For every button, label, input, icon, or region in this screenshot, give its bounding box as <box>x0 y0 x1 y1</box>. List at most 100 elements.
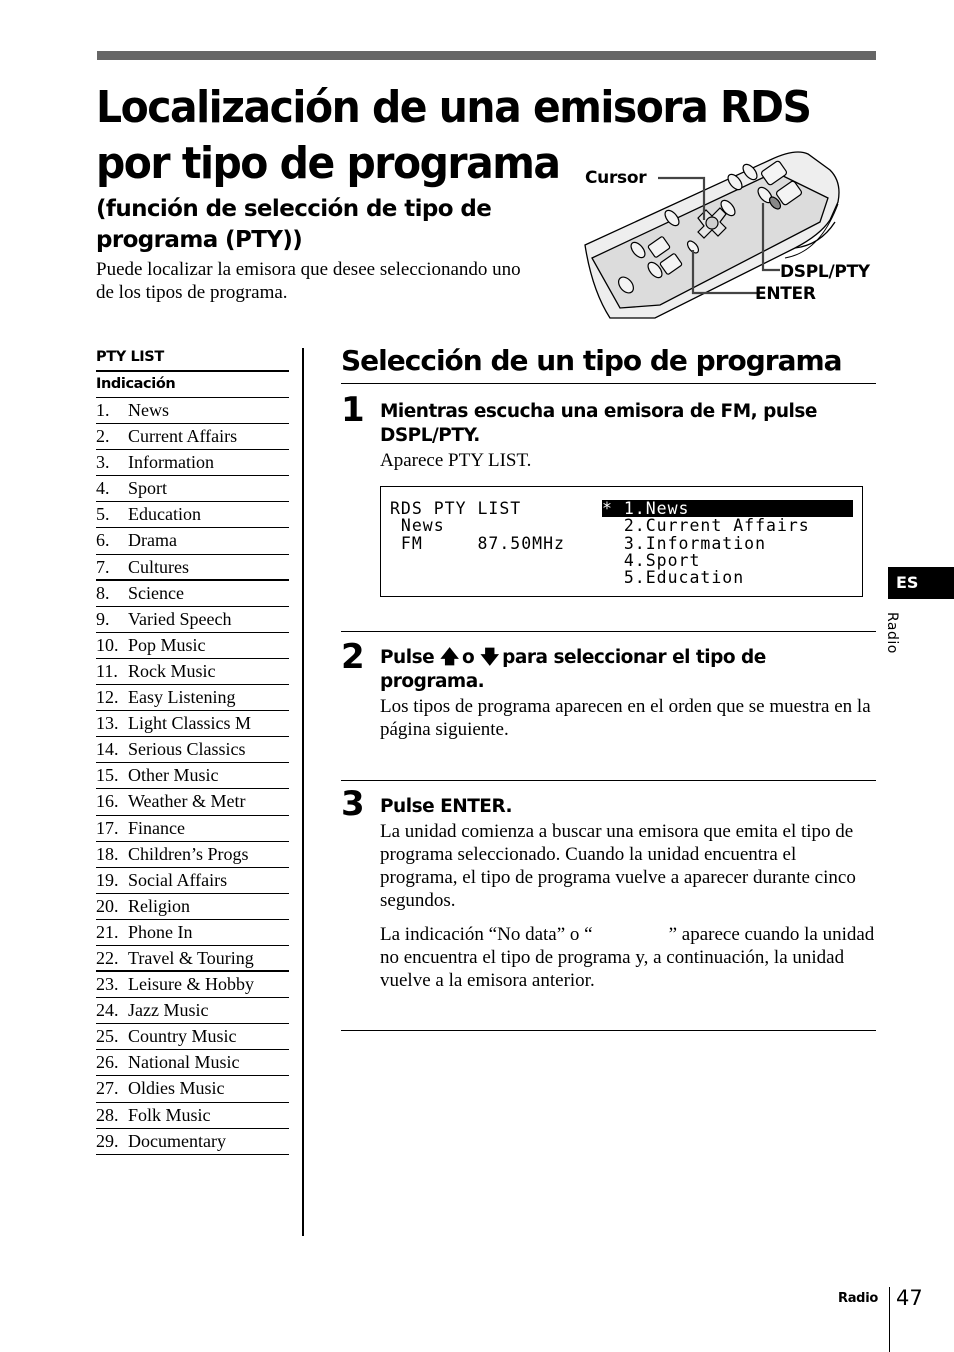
pty-item-label: Phone In <box>128 921 193 942</box>
pty-list-item: 29. Documentary <box>96 1129 289 1155</box>
pty-item-label: Children’s Progs <box>128 843 249 864</box>
pty-item-label: Country Music <box>128 1026 237 1047</box>
step-1: 1 Mientras escucha una emisora de FM, pu… <box>341 393 876 473</box>
pty-item-number: 13. <box>96 713 119 734</box>
page-number: 47 <box>896 1286 923 1310</box>
pty-item-label: Varied Speech <box>128 608 232 629</box>
top-rule <box>97 51 876 60</box>
pty-item-number: 25. <box>96 1026 119 1047</box>
step-heading-post: para seleccionar el tipo de programa. <box>380 647 766 692</box>
step-divider <box>341 780 876 781</box>
step-heading-or: o <box>462 647 475 668</box>
step-number: 2 <box>341 637 365 677</box>
pty-list-item: 26. National Music <box>96 1050 289 1077</box>
step-heading: Pulse ENTER. <box>380 796 513 817</box>
pty-item-label: Leisure & Hobby <box>128 974 254 995</box>
pty-item-label: Light Classics M <box>128 713 252 734</box>
pty-item-number: 1. <box>96 400 110 420</box>
pty-item-label: Documentary <box>128 1130 226 1151</box>
lcd-line: FM 87.50MHz <box>390 533 565 553</box>
pty-item-number: 8. <box>96 582 110 603</box>
pty-item-number: 4. <box>96 478 110 499</box>
language-tab: ES <box>888 567 954 599</box>
step-heading: Mientras escucha una emisora de FM, puls… <box>380 401 817 446</box>
pty-list-item: 27. Oldies Music <box>96 1076 289 1103</box>
pty-item-number: 29. <box>96 1130 119 1151</box>
pty-item-number: 10. <box>96 634 119 655</box>
lcd-list-item: 2.Current Affairs <box>602 516 810 536</box>
pty-item-label: Religion <box>128 895 190 916</box>
pty-list-item: 25. Country Music <box>96 1024 289 1051</box>
lcd-list-item: 5.Education <box>602 568 745 588</box>
step-note: La indicación “No data” o “ ” aparece cu… <box>380 924 880 991</box>
pty-item-number: 17. <box>96 817 119 838</box>
step-heading: Pulse 🡅 o 🡇 para seleccionar el tipo de … <box>380 646 875 694</box>
pty-list-item: 13. Light Classics M <box>96 711 289 738</box>
pty-list-item: 17. Finance <box>96 816 289 842</box>
pty-list-rows: 1. News 2. Current Affairs 3. Information 4. Sp… <box>96 398 289 1155</box>
pty-list-item: 7. Cultures <box>96 555 289 581</box>
callout-cursor: Cursor <box>585 168 647 188</box>
pty-item-number: 24. <box>96 1000 119 1021</box>
pty-item-label: Education <box>128 504 201 525</box>
pty-list-item: 12. Easy Listening <box>96 685 289 712</box>
pty-item-label: Current Affairs <box>128 426 238 447</box>
pty-list-item: 6. Drama <box>96 528 289 555</box>
pty-list-item: 16. Weather & Metr <box>96 789 289 816</box>
pty-item-label: Folk Music <box>128 1104 211 1125</box>
pty-item-label: Drama <box>128 530 177 551</box>
step-divider <box>341 631 876 632</box>
pty-list-item: 14. Serious Classics <box>96 737 289 764</box>
pty-item-number: 19. <box>96 869 119 890</box>
pty-list-item: 15. Other Music <box>96 763 289 790</box>
step-body: Aparece PTY LIST. <box>380 450 532 471</box>
page-subtitle: (función de selección de tipo de program… <box>96 196 492 253</box>
pty-item-label: National Music <box>128 1052 240 1073</box>
lcd-line: RDS PTY LIST <box>390 499 522 518</box>
pty-item-number: 22. <box>96 947 119 968</box>
pty-item-number: 11. <box>96 660 118 681</box>
pty-item-label: Oldies Music <box>128 1078 225 1099</box>
pty-item-number: 2. <box>96 426 110 447</box>
pty-item-number: 20. <box>96 895 119 916</box>
footer-section-label: Radio <box>838 1291 878 1306</box>
down-arrow-icon: 🡇 <box>480 647 499 668</box>
pty-item-number: 23. <box>96 974 119 995</box>
pty-list-item: 21. Phone In <box>96 920 289 946</box>
pty-list-item: 19. Social Affairs <box>96 868 289 894</box>
step-body: Los tipos de programa aparecen en el ord… <box>380 696 871 740</box>
pty-item-number: 7. <box>96 556 110 577</box>
pty-item-label: Other Music <box>128 765 219 786</box>
pty-item-number: 14. <box>96 739 119 760</box>
column-divider <box>302 348 304 1236</box>
pty-item-number: 26. <box>96 1052 119 1073</box>
pty-item-label: Information <box>128 452 214 473</box>
pty-item-label: Pop Music <box>128 634 206 655</box>
lcd-list-item: 3.Information <box>602 533 767 553</box>
pty-item-number: 21. <box>96 921 119 942</box>
pty-item-number: 12. <box>96 687 119 708</box>
pty-item-label: Social Affairs <box>128 869 228 890</box>
callout-dspl-pty: DSPL/PTY <box>780 262 870 282</box>
pty-list-item: 20. Religion <box>96 894 289 920</box>
pty-item-number: 27. <box>96 1078 119 1099</box>
step-3: 3 Pulse ENTER. La unidad comienza a busc… <box>341 787 876 1007</box>
section-title: Selección de un tipo de programa <box>341 340 876 384</box>
pty-list-item: 22. Travel & Touring <box>96 946 289 973</box>
lcd-selected-item: * 1.News <box>602 500 853 517</box>
pty-item-number: 9. <box>96 608 110 629</box>
step-body: La unidad comienza a buscar una emisora … <box>380 821 856 911</box>
section-bottom-rule <box>341 1030 876 1031</box>
pty-list-item: 28. Folk Music <box>96 1103 289 1129</box>
pty-list-item: 5. Education <box>96 502 289 529</box>
pty-list-item: 9. Varied Speech <box>96 607 289 633</box>
pty-list-item: 11. Rock Music <box>96 659 289 686</box>
pty-list-column-header: Indicación <box>96 372 289 398</box>
pty-list-item: 18. Children’s Progs <box>96 842 289 868</box>
lcd-display: RDS PTY LIST News FM 87.50MHz * 1.News 2… <box>380 486 863 597</box>
step-number: 1 <box>341 390 365 430</box>
pty-item-number: 15. <box>96 765 119 786</box>
pty-item-label: Sport <box>128 478 168 499</box>
pty-item-label: News <box>128 400 169 420</box>
pty-list-item: 3. Information <box>96 450 289 477</box>
